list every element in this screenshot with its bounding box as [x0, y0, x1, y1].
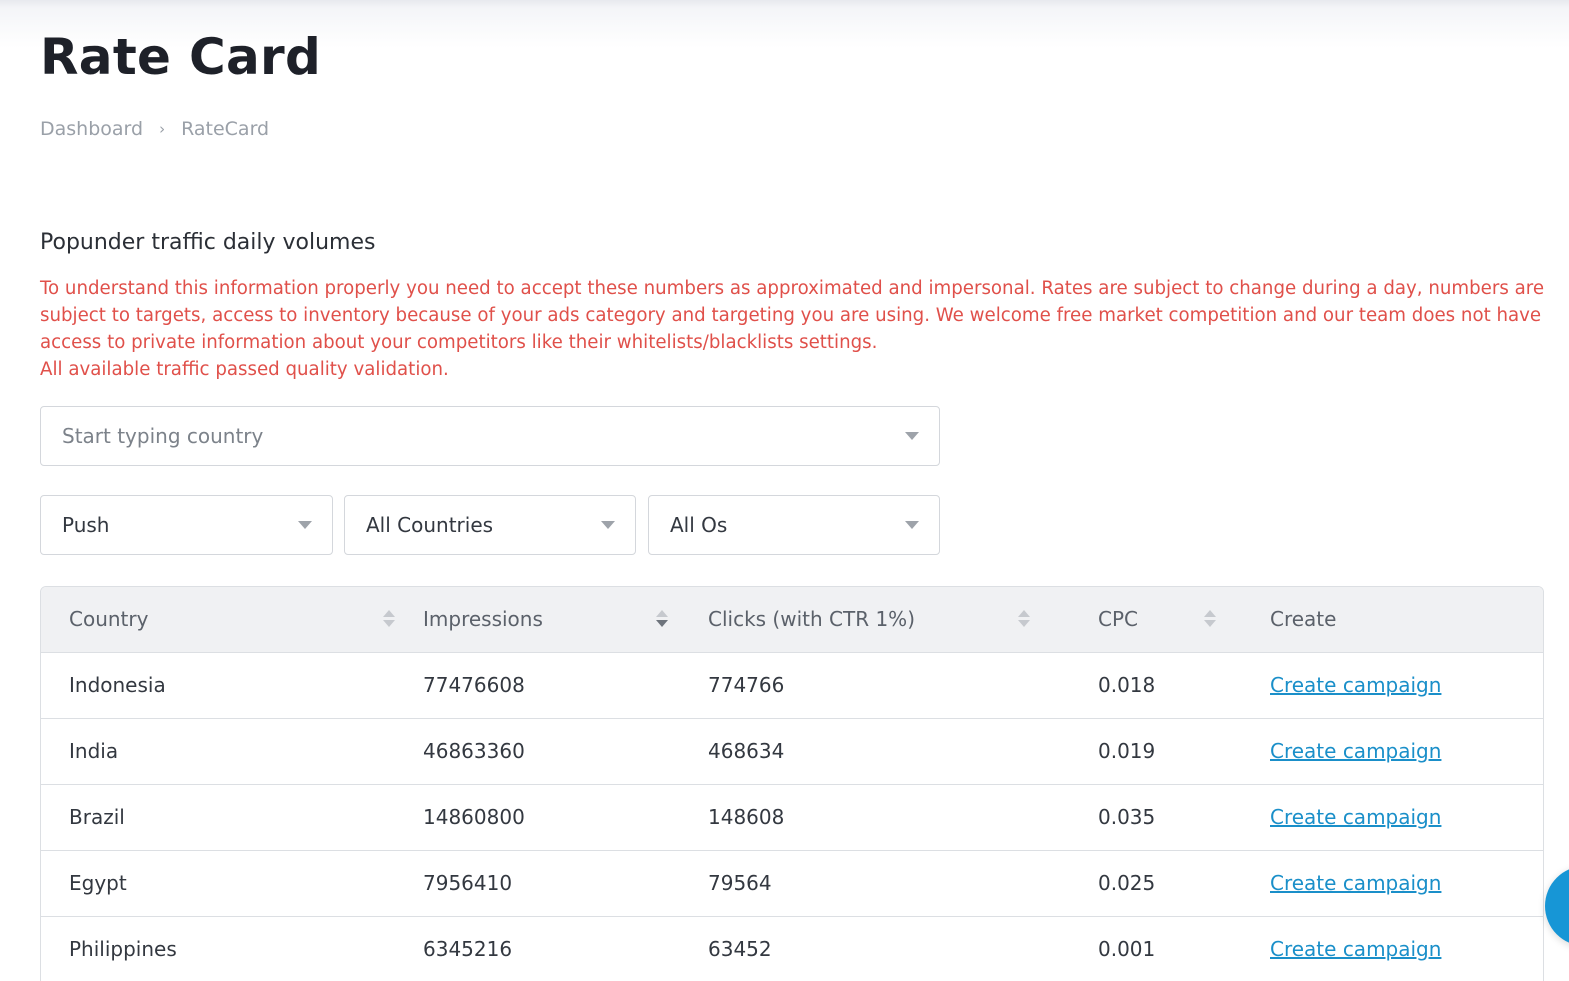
column-header-cpc[interactable]: CPC — [1070, 587, 1242, 653]
cell-clicks: 148608 — [680, 784, 1070, 851]
page: Rate Card Dashboard › RateCard Popunder … — [0, 0, 1569, 981]
sort-icon[interactable] — [1204, 609, 1216, 629]
os-value: All Os — [670, 513, 728, 537]
rate-card-table: Country Impressions Clicks (with CTR 1%)… — [41, 587, 1543, 981]
chevron-down-icon[interactable] — [601, 521, 615, 529]
cell-create: Create campaign — [1242, 718, 1543, 785]
cell-cpc: 0.018 — [1070, 652, 1242, 719]
chat-widget-button[interactable] — [1545, 866, 1569, 946]
cell-create: Create campaign — [1242, 916, 1543, 981]
cell-country: Indonesia — [41, 652, 395, 719]
table-row: Philippines 6345216 63452 0.001 Create c… — [41, 916, 1543, 981]
table-row: Brazil 14860800 148608 0.035 Create camp… — [41, 784, 1543, 851]
table-row: Egypt 7956410 79564 0.025 Create campaig… — [41, 850, 1543, 917]
breadcrumb-current: RateCard — [181, 118, 270, 140]
rate-card-table-container: Country Impressions Clicks (with CTR 1%)… — [40, 586, 1544, 981]
create-campaign-link[interactable]: Create campaign — [1270, 871, 1441, 895]
countries-value: All Countries — [366, 513, 494, 537]
traffic-type-value: Push — [62, 513, 110, 537]
breadcrumb: Dashboard › RateCard — [40, 118, 269, 140]
cell-cpc: 0.025 — [1070, 850, 1242, 917]
cell-impressions: 14860800 — [395, 784, 680, 851]
column-header-create: Create — [1242, 587, 1543, 653]
cell-country: India — [41, 718, 395, 785]
cell-country: Philippines — [41, 916, 395, 981]
column-header-label: Create — [1270, 607, 1337, 632]
create-campaign-link[interactable]: Create campaign — [1270, 673, 1441, 697]
chevron-down-icon[interactable] — [298, 521, 312, 529]
sort-desc-icon[interactable] — [656, 609, 668, 629]
create-campaign-link[interactable]: Create campaign — [1270, 739, 1441, 763]
column-header-clicks[interactable]: Clicks (with CTR 1%) — [680, 587, 1070, 653]
column-header-label: Impressions — [423, 607, 543, 632]
notice-quality-line: All available traffic passed quality val… — [40, 359, 449, 380]
chevron-down-icon[interactable] — [905, 432, 919, 440]
column-header-label: CPC — [1098, 607, 1138, 632]
cell-cpc: 0.035 — [1070, 784, 1242, 851]
cell-clicks: 774766 — [680, 652, 1070, 719]
cell-clicks: 79564 — [680, 850, 1070, 917]
cell-create: Create campaign — [1242, 652, 1543, 719]
cell-impressions: 77476608 — [395, 652, 680, 719]
cell-create: Create campaign — [1242, 850, 1543, 917]
column-header-impressions[interactable]: Impressions — [395, 587, 680, 653]
create-campaign-link[interactable]: Create campaign — [1270, 937, 1441, 961]
traffic-type-select[interactable]: Push — [40, 495, 333, 555]
breadcrumb-dashboard-link[interactable]: Dashboard — [40, 118, 143, 140]
page-title: Rate Card — [40, 28, 322, 86]
traffic-notice: To understand this information properly … — [40, 275, 1550, 383]
table-row: Indonesia 77476608 774766 0.018 Create c… — [41, 652, 1543, 719]
cell-country: Brazil — [41, 784, 395, 851]
column-header-label: Country — [69, 607, 149, 632]
cell-impressions: 46863360 — [395, 718, 680, 785]
create-campaign-link[interactable]: Create campaign — [1270, 805, 1441, 829]
cell-clicks: 468634 — [680, 718, 1070, 785]
column-header-label: Clicks (with CTR 1%) — [708, 607, 915, 632]
chevron-down-icon[interactable] — [905, 521, 919, 529]
breadcrumb-chevron-icon: › — [159, 120, 166, 138]
cell-impressions: 6345216 — [395, 916, 680, 981]
country-search-select[interactable] — [40, 406, 940, 466]
section-title: Popunder traffic daily volumes — [40, 230, 376, 255]
notice-paragraph: To understand this information properly … — [40, 278, 1545, 353]
cell-clicks: 63452 — [680, 916, 1070, 981]
sort-icon[interactable] — [1018, 609, 1030, 629]
os-select[interactable]: All Os — [648, 495, 940, 555]
column-header-country[interactable]: Country — [41, 587, 395, 653]
table-row: India 46863360 468634 0.019 Create campa… — [41, 718, 1543, 785]
cell-cpc: 0.001 — [1070, 916, 1242, 981]
countries-select[interactable]: All Countries — [344, 495, 636, 555]
cell-cpc: 0.019 — [1070, 718, 1242, 785]
sort-icon[interactable] — [383, 609, 395, 629]
cell-create: Create campaign — [1242, 784, 1543, 851]
country-search-input[interactable] — [62, 424, 882, 448]
table-header-row: Country Impressions Clicks (with CTR 1%)… — [41, 587, 1543, 653]
cell-impressions: 7956410 — [395, 850, 680, 917]
cell-country: Egypt — [41, 850, 395, 917]
